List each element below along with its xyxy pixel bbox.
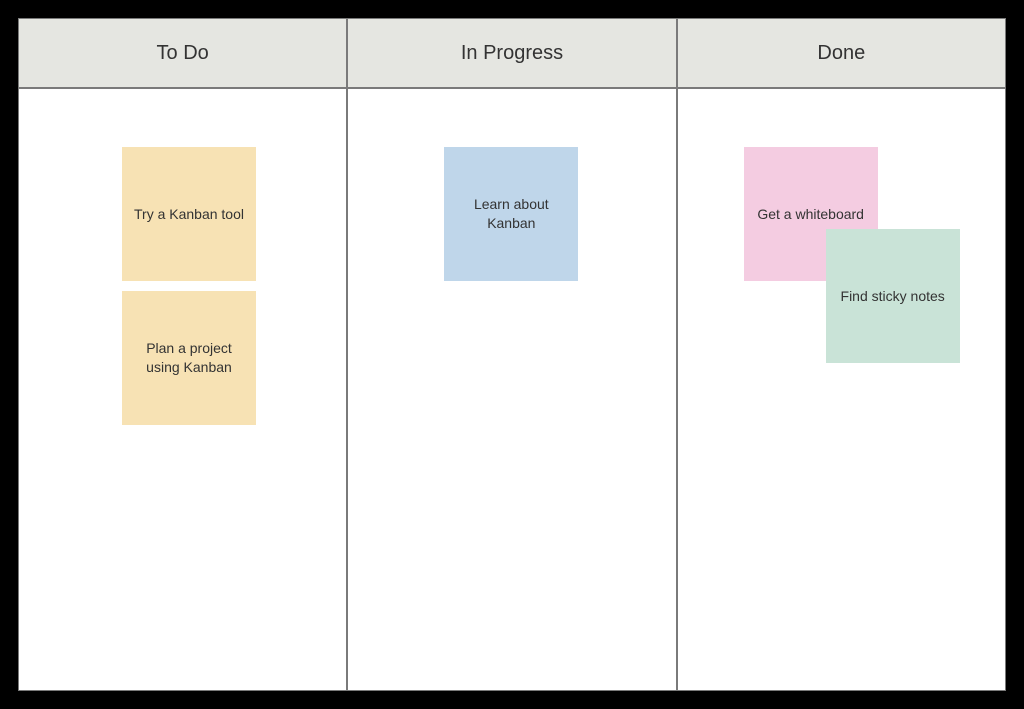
card-label: Get a whiteboard — [757, 205, 864, 224]
card-label: Learn about Kanban — [454, 195, 568, 233]
kanban-board: To Do In Progress Done Try a Kanban tool… — [18, 18, 1006, 691]
kanban-card[interactable]: Learn about Kanban — [444, 147, 578, 281]
column-header-in-progress: In Progress — [348, 19, 677, 87]
kanban-card[interactable]: Try a Kanban tool — [122, 147, 256, 281]
column-title: In Progress — [461, 42, 563, 65]
kanban-body-row: Try a Kanban tool Plan a project using K… — [19, 89, 1005, 690]
column-todo[interactable]: Try a Kanban tool Plan a project using K… — [19, 89, 348, 690]
kanban-card[interactable]: Find sticky notes — [826, 229, 960, 363]
column-title: Done — [817, 42, 865, 65]
kanban-card[interactable]: Plan a project using Kanban — [122, 291, 256, 425]
kanban-header-row: To Do In Progress Done — [19, 19, 1005, 89]
card-label: Find sticky notes — [841, 287, 945, 306]
column-done[interactable]: Get a whiteboard Find sticky notes — [678, 89, 1005, 690]
column-header-todo: To Do — [19, 19, 348, 87]
column-in-progress[interactable]: Learn about Kanban — [348, 89, 677, 690]
column-header-done: Done — [678, 19, 1005, 87]
card-label: Try a Kanban tool — [134, 205, 244, 224]
column-title: To Do — [157, 42, 209, 65]
card-label: Plan a project using Kanban — [132, 339, 246, 377]
